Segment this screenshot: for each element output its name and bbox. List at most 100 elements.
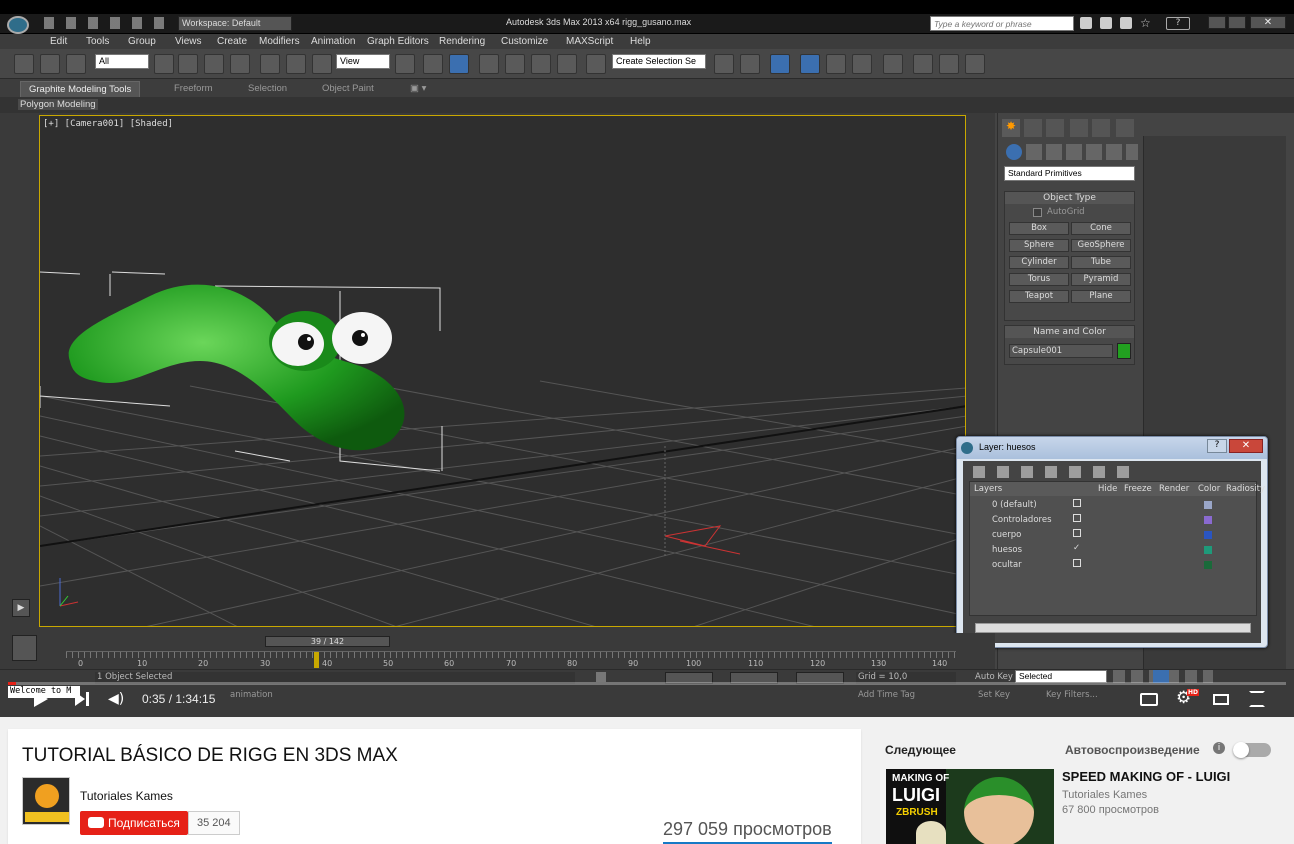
spinner-snap-icon[interactable] xyxy=(557,54,577,74)
graphite-toggle-icon[interactable] xyxy=(800,54,820,74)
next-video-channel[interactable]: Tutoriales Kames xyxy=(1062,789,1147,801)
layer-toolbar-icons[interactable] xyxy=(973,466,1137,478)
reference-coordinate-dropdown[interactable]: View xyxy=(336,54,390,69)
name-color-header[interactable]: Name and Color xyxy=(1005,326,1134,338)
layer-row[interactable]: 0 (default) xyxy=(970,498,1256,513)
track-bar[interactable]: 0 10 20 30 40 50 60 70 80 90 100 110 120… xyxy=(66,651,956,668)
camera-viewport[interactable]: [+] [Camera001] [Shaded] xyxy=(39,115,966,627)
progress-bar[interactable] xyxy=(8,682,1286,685)
pyramid-button[interactable]: Pyramid xyxy=(1071,273,1131,286)
tab-selection[interactable]: Selection xyxy=(248,83,287,94)
pivot-center-icon[interactable] xyxy=(395,54,415,74)
select-manipulate-icon[interactable] xyxy=(423,54,443,74)
primitive-category-dropdown[interactable]: Standard Primitives xyxy=(1004,166,1135,181)
tube-button[interactable]: Tube xyxy=(1071,256,1131,269)
col-freeze[interactable]: Freeze xyxy=(1124,484,1152,494)
keyboard-shortcut-toggle-icon[interactable] xyxy=(449,54,469,74)
create-tab-icon[interactable]: ✸ xyxy=(1002,119,1020,137)
menu-tools[interactable]: Tools xyxy=(86,36,109,47)
subtitles-icon[interactable] xyxy=(1140,693,1158,706)
layer-horizontal-scrollbar[interactable] xyxy=(975,623,1251,633)
next-video-thumbnail[interactable]: MAKING OF LUIGI ZBRUSH xyxy=(886,769,1054,844)
hide-icon[interactable] xyxy=(1073,499,1081,507)
col-layers[interactable]: Layers xyxy=(974,484,1002,494)
utilities-tab-icon[interactable] xyxy=(1116,119,1134,137)
move-icon[interactable] xyxy=(260,54,280,74)
cylinder-button[interactable]: Cylinder xyxy=(1009,256,1069,269)
align-icon[interactable] xyxy=(740,54,760,74)
render-setup-icon[interactable] xyxy=(913,54,933,74)
color-swatch[interactable] xyxy=(1204,531,1212,539)
theater-mode-icon[interactable] xyxy=(1213,694,1229,705)
menu-customize[interactable]: Customize xyxy=(501,36,548,47)
object-color-swatch[interactable] xyxy=(1117,343,1131,359)
worm-model[interactable] xyxy=(68,284,405,451)
tab-object-paint[interactable]: Object Paint xyxy=(322,83,374,94)
geosphere-button[interactable]: GeoSphere xyxy=(1071,239,1131,252)
object-name-field[interactable]: Capsule001 xyxy=(1009,344,1113,358)
col-render[interactable]: Render xyxy=(1159,484,1189,494)
close-button[interactable]: ✕ xyxy=(1250,16,1286,29)
app-logo-icon[interactable] xyxy=(7,16,29,34)
box-button[interactable]: Box xyxy=(1009,222,1069,235)
subscribe-button[interactable]: Подписаться xyxy=(80,811,188,835)
menu-rendering[interactable]: Rendering xyxy=(439,36,485,47)
quick-access-icons[interactable] xyxy=(44,17,174,29)
material-editor-icon[interactable] xyxy=(883,54,903,74)
col-color[interactable]: Color xyxy=(1198,484,1220,494)
autoplay-toggle[interactable] xyxy=(1233,742,1271,758)
cameras-icon[interactable] xyxy=(1066,144,1082,160)
lights-icon[interactable] xyxy=(1046,144,1062,160)
cone-button[interactable]: Cone xyxy=(1071,222,1131,235)
mirror-icon[interactable] xyxy=(714,54,734,74)
rotate-icon[interactable] xyxy=(286,54,306,74)
edit-named-selection-icon[interactable] xyxy=(586,54,606,74)
named-selection-dropdown[interactable]: Create Selection Se xyxy=(612,54,706,69)
layer-help-button[interactable]: ? xyxy=(1207,439,1227,453)
search-input[interactable] xyxy=(930,16,1074,31)
select-by-name-icon[interactable] xyxy=(178,54,198,74)
timeline-mini-icon[interactable] xyxy=(12,635,37,661)
video-player[interactable]: Workspace: Default Autodesk 3ds Max 2013… xyxy=(0,0,1294,717)
menu-modifiers[interactable]: Modifiers xyxy=(259,36,300,47)
hide-icon[interactable] xyxy=(1073,559,1081,567)
channel-avatar[interactable] xyxy=(22,777,70,825)
percent-snap-icon[interactable] xyxy=(531,54,551,74)
fullscreen-icon[interactable] xyxy=(1249,691,1265,707)
angle-snap-icon[interactable] xyxy=(505,54,525,74)
select-object-icon[interactable] xyxy=(154,54,174,74)
menu-graph-editors[interactable]: Graph Editors xyxy=(367,36,429,47)
col-hide[interactable]: Hide xyxy=(1098,484,1117,494)
time-slider[interactable]: 39 / 142 xyxy=(265,636,390,647)
tab-graphite-modeling-tools[interactable]: Graphite Modeling Tools xyxy=(20,81,141,98)
layer-row[interactable]: Controladores xyxy=(970,513,1256,528)
hide-check-icon[interactable]: ✓ xyxy=(1073,543,1080,553)
next-icon[interactable] xyxy=(75,692,89,706)
scale-icon[interactable] xyxy=(312,54,332,74)
object-type-header[interactable]: Object Type xyxy=(1005,192,1134,204)
volume-icon[interactable]: ◀) xyxy=(108,692,124,706)
plane-button[interactable]: Plane xyxy=(1071,290,1131,303)
channel-name[interactable]: Tutoriales Kames xyxy=(80,789,173,803)
minimize-button[interactable] xyxy=(1208,16,1226,29)
unlink-icon[interactable] xyxy=(40,54,60,74)
display-tab-icon[interactable] xyxy=(1092,119,1110,137)
maximize-button[interactable] xyxy=(1228,16,1246,29)
window-crossing-icon[interactable] xyxy=(230,54,250,74)
spacewarps-icon[interactable] xyxy=(1106,144,1122,160)
layer-manager-icon[interactable] xyxy=(770,54,790,74)
star-icon[interactable]: ☆ xyxy=(1140,17,1151,29)
info-icon[interactable]: i xyxy=(1213,742,1225,754)
layer-close-button[interactable]: ✕ xyxy=(1229,439,1263,453)
menu-animation[interactable]: Animation xyxy=(311,36,355,47)
layer-row[interactable]: ocultar xyxy=(970,558,1256,573)
bind-spacewarp-icon[interactable] xyxy=(66,54,86,74)
render-frame-icon[interactable] xyxy=(939,54,959,74)
render-production-icon[interactable] xyxy=(965,54,985,74)
menu-group[interactable]: Group xyxy=(128,36,156,47)
menu-views[interactable]: Views xyxy=(175,36,202,47)
polygon-modeling-panel[interactable]: Polygon Modeling xyxy=(18,99,98,110)
next-video-title[interactable]: SPEED MAKING OF - LUIGI xyxy=(1062,769,1230,784)
color-swatch[interactable] xyxy=(1204,546,1212,554)
viewport-label[interactable]: [+] [Camera001] [Shaded] xyxy=(43,119,173,129)
